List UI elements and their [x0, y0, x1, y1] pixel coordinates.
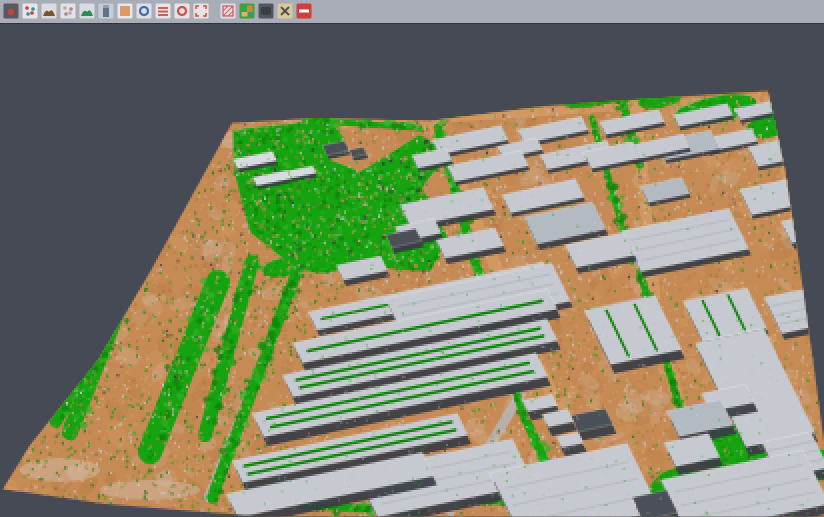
remove-layer-icon[interactable] — [295, 3, 312, 20]
vegetation-model-icon[interactable] — [78, 3, 95, 20]
layer-list-icon[interactable] — [154, 3, 171, 20]
refresh-view-icon[interactable] — [135, 3, 152, 20]
clip-region-icon[interactable] — [219, 3, 236, 20]
classification-view-icon[interactable] — [238, 3, 255, 20]
pointcloud-viewer-window — [0, 0, 824, 517]
viewport-3d[interactable] — [0, 0, 824, 517]
profile-section-icon[interactable] — [97, 3, 114, 20]
sparse-points-icon[interactable] — [59, 3, 76, 20]
settings-icon[interactable] — [173, 3, 190, 20]
terrain-model-icon[interactable] — [40, 3, 57, 20]
align-pairs-icon[interactable] — [21, 3, 38, 20]
select-points-icon[interactable] — [2, 3, 19, 20]
ortho-image-icon[interactable] — [116, 3, 133, 20]
shaded-view-icon[interactable] — [257, 3, 274, 20]
measure-tool-icon[interactable] — [276, 3, 293, 20]
selection-bounds-icon[interactable] — [192, 3, 209, 20]
toolbar — [0, 0, 824, 24]
